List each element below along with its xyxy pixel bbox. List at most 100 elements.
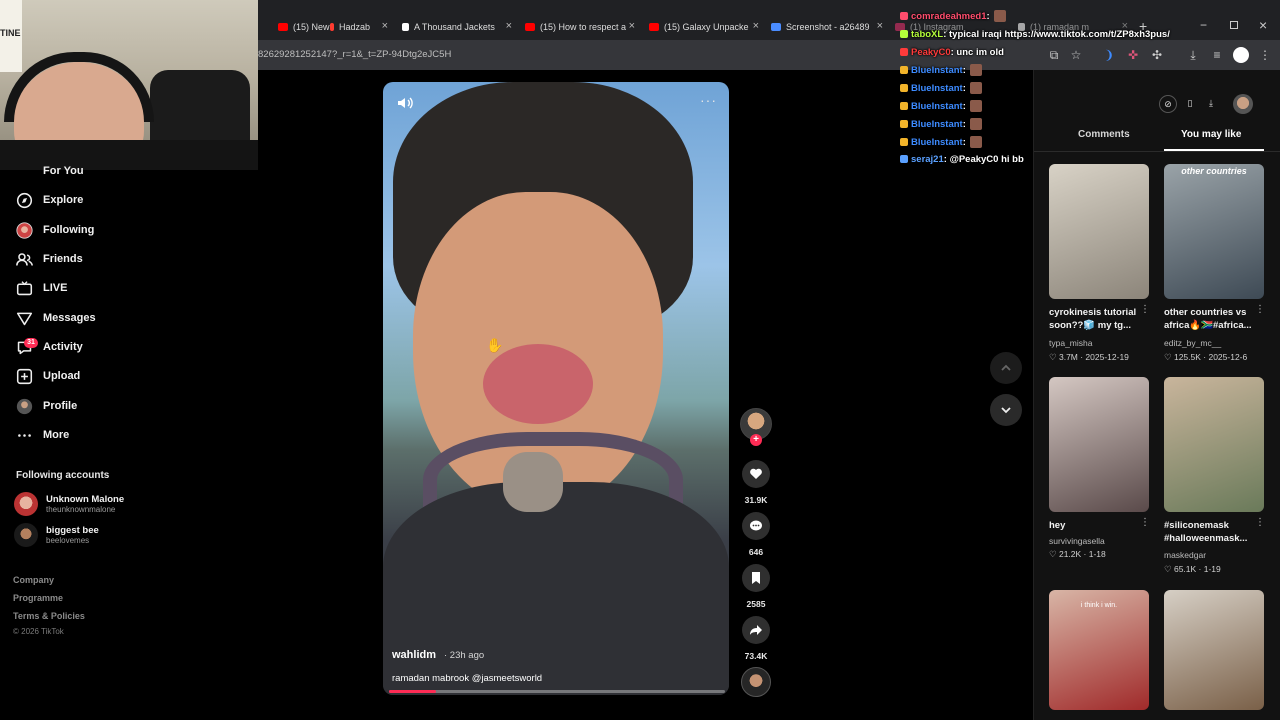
- follow-plus-icon[interactable]: +: [750, 434, 762, 446]
- user-avatar[interactable]: [1233, 94, 1253, 114]
- browser-tab[interactable]: (15) New: [278, 14, 330, 40]
- video-card-thumbnail[interactable]: [1164, 590, 1264, 710]
- bookmark-star-icon[interactable]: ☆: [1068, 47, 1084, 63]
- following-account[interactable]: Unknown Malone theunknownmalone: [14, 492, 124, 516]
- nav-for-you[interactable]: For You: [14, 160, 84, 182]
- card-menu-icon[interactable]: ⋮: [1255, 304, 1265, 315]
- video-card-thumbnail[interactable]: [1049, 164, 1149, 299]
- following-avatar-icon: [14, 220, 34, 240]
- chat-message: BlueInstant :: [900, 116, 982, 132]
- chat-message: BlueInstant :: [900, 134, 982, 150]
- video-card-user[interactable]: typa_misha: [1049, 338, 1092, 348]
- nav-more[interactable]: More: [14, 424, 69, 446]
- account-name: biggest bee: [46, 525, 99, 536]
- nav-label: Explore: [43, 194, 84, 206]
- close-tab-icon[interactable]: ×: [506, 20, 512, 32]
- footer-company-link[interactable]: Company: [13, 575, 54, 585]
- nav-following[interactable]: Following: [14, 219, 94, 241]
- download-icon[interactable]: ⤓: [1202, 95, 1220, 113]
- more-icon: [14, 425, 34, 445]
- video-beard: [503, 452, 563, 512]
- tab-you-may-like[interactable]: You may like: [1181, 129, 1241, 140]
- nav-label: LIVE: [43, 282, 68, 294]
- save-button[interactable]: [742, 564, 770, 592]
- video-card-title[interactable]: other countries vs africa🔥🇿🇦#africa...: [1164, 306, 1258, 332]
- minimize-icon[interactable]: −: [1200, 18, 1207, 32]
- upload-icon: [14, 366, 34, 386]
- footer-programme-link[interactable]: Programme: [13, 593, 63, 603]
- browser-tab[interactable]: (15) How to respect a ×: [525, 14, 635, 40]
- chat-message: BlueInstant :: [900, 98, 982, 114]
- close-tab-icon[interactable]: ×: [629, 20, 635, 32]
- nav-upload[interactable]: Upload: [14, 365, 80, 387]
- chat-badge-icon: [900, 12, 908, 20]
- share-button[interactable]: [742, 616, 770, 644]
- video-card-title[interactable]: cyrokinesis tutorial soon??🧊 my tg...: [1049, 306, 1143, 332]
- chat-text: :: [962, 82, 966, 94]
- live-icon: [14, 278, 34, 298]
- nav-profile[interactable]: Profile: [14, 395, 77, 417]
- video-card-user[interactable]: maskedgar: [1164, 550, 1206, 560]
- video-player[interactable]: [383, 82, 729, 695]
- phone-icon[interactable]: ▯: [1181, 95, 1199, 113]
- tab-comments[interactable]: Comments: [1078, 129, 1130, 140]
- next-video-button[interactable]: [990, 394, 1022, 426]
- video-author[interactable]: wahlidm: [392, 649, 436, 661]
- extension-icon[interactable]: ❩: [1101, 47, 1117, 63]
- video-card-stats: ♡ 65.1K · 1-19: [1164, 564, 1221, 574]
- volume-icon[interactable]: [396, 94, 414, 112]
- puzzle-icon[interactable]: ✣: [1149, 47, 1165, 63]
- video-card-title[interactable]: hey: [1049, 519, 1143, 532]
- nav-friends[interactable]: Friends: [14, 248, 83, 270]
- compass-icon: [14, 190, 34, 210]
- chat-badge-icon: [900, 48, 908, 56]
- media-control-icon[interactable]: ≡: [1209, 47, 1225, 63]
- video-card-thumbnail[interactable]: [1164, 377, 1264, 512]
- chevron-down-icon: [1001, 407, 1011, 414]
- video-card-user[interactable]: survivingasella: [1049, 536, 1105, 546]
- chat-emote-icon: [969, 64, 982, 76]
- compass-icon[interactable]: ⊘: [1159, 95, 1177, 113]
- card-menu-icon[interactable]: ⋮: [1255, 517, 1265, 528]
- nav-label: Upload: [43, 370, 81, 382]
- video-progress-bar[interactable]: [389, 690, 725, 693]
- nav-explore[interactable]: Explore: [14, 189, 83, 211]
- menu-kebab-icon[interactable]: ⋮: [1257, 47, 1273, 63]
- previous-video-button[interactable]: [990, 352, 1022, 384]
- video-card-thumbnail[interactable]: other countries: [1164, 164, 1264, 299]
- comment-button[interactable]: [742, 512, 770, 540]
- card-menu-icon[interactable]: ⋮: [1140, 517, 1150, 528]
- browser-tab[interactable]: A Thousand Jackets ×: [402, 14, 512, 40]
- card-menu-icon[interactable]: ⋮: [1140, 304, 1150, 315]
- tab-divider: [1034, 151, 1280, 152]
- video-card-user[interactable]: editz_by_mc__: [1164, 338, 1221, 348]
- install-app-icon[interactable]: ⧉: [1046, 47, 1062, 63]
- browser-tab[interactable]: Hadzab ×: [330, 14, 388, 40]
- video-lips: [483, 344, 593, 424]
- sound-disc-icon[interactable]: [741, 667, 771, 697]
- video-card-thumbnail[interactable]: [1049, 377, 1149, 512]
- close-tab-icon[interactable]: ×: [382, 20, 388, 32]
- nav-messages[interactable]: Messages: [14, 307, 96, 329]
- download-icon[interactable]: ⤓: [1185, 47, 1201, 63]
- video-progress-fill: [389, 690, 437, 693]
- close-window-icon[interactable]: ×: [1259, 17, 1267, 33]
- maximize-icon[interactable]: [1230, 21, 1238, 29]
- extension-icon[interactable]: ✜: [1125, 47, 1141, 63]
- video-card-title[interactable]: #siliconemask #halloweenmask...: [1164, 519, 1258, 545]
- video-card-thumbnail[interactable]: i think i win.: [1049, 590, 1149, 710]
- nav-live[interactable]: LIVE: [14, 277, 67, 299]
- close-tab-icon[interactable]: ×: [877, 20, 883, 32]
- youtube-icon: [278, 23, 288, 31]
- tab-title: A Thousand Jackets: [414, 22, 495, 32]
- profile-icon[interactable]: [1233, 47, 1249, 63]
- like-button[interactable]: [742, 460, 770, 488]
- close-tab-icon[interactable]: ×: [753, 20, 759, 32]
- video-more-icon[interactable]: ···: [700, 92, 717, 108]
- screenshot-site-icon: [771, 23, 781, 31]
- browser-tab[interactable]: (15) Galaxy Unpacke ×: [649, 14, 759, 40]
- url-text[interactable]: 82629281252147?_r=1&_t=ZP-94Dtg2eJC5H: [258, 49, 451, 60]
- browser-tab[interactable]: Screenshot - a26489 ×: [771, 14, 883, 40]
- following-account[interactable]: biggest bee beelovemes: [14, 523, 99, 547]
- footer-terms-link[interactable]: Terms & Policies: [13, 611, 85, 621]
